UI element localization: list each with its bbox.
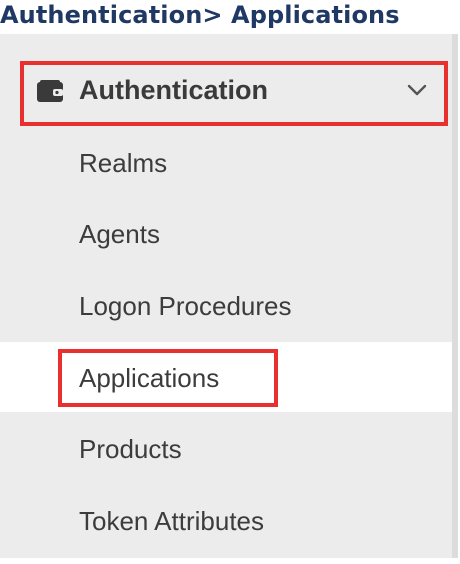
- sidebar-item-label: Token Attributes: [79, 506, 264, 536]
- sidebar-group-label: Authentication: [79, 75, 268, 105]
- sidebar-item-products[interactable]: Products: [0, 414, 452, 484]
- sidebar-item-label: Applications: [79, 363, 220, 393]
- page-caption: Authentication> Applications: [0, 0, 460, 34]
- sidebar-item-label: Realms: [79, 148, 168, 178]
- sidebar-scrollbar[interactable]: [452, 30, 458, 558]
- sidebar-item-label: Products: [79, 434, 182, 464]
- sidebar-item-agents[interactable]: Agents: [0, 199, 452, 269]
- chevron-down-icon[interactable]: [402, 78, 432, 102]
- sidebar-item-logon-procedures[interactable]: Logon Procedures: [0, 271, 452, 341]
- sidebar-item-label: Logon Procedures: [79, 291, 292, 321]
- sidebar-item-label: Agents: [79, 219, 160, 249]
- wallet-icon: [37, 80, 63, 102]
- sidebar-item-realms[interactable]: Realms: [0, 128, 452, 198]
- sidebar-item-token-attributes[interactable]: Token Attributes: [0, 486, 452, 556]
- sidebar-item-applications[interactable]: Applications: [0, 342, 452, 412]
